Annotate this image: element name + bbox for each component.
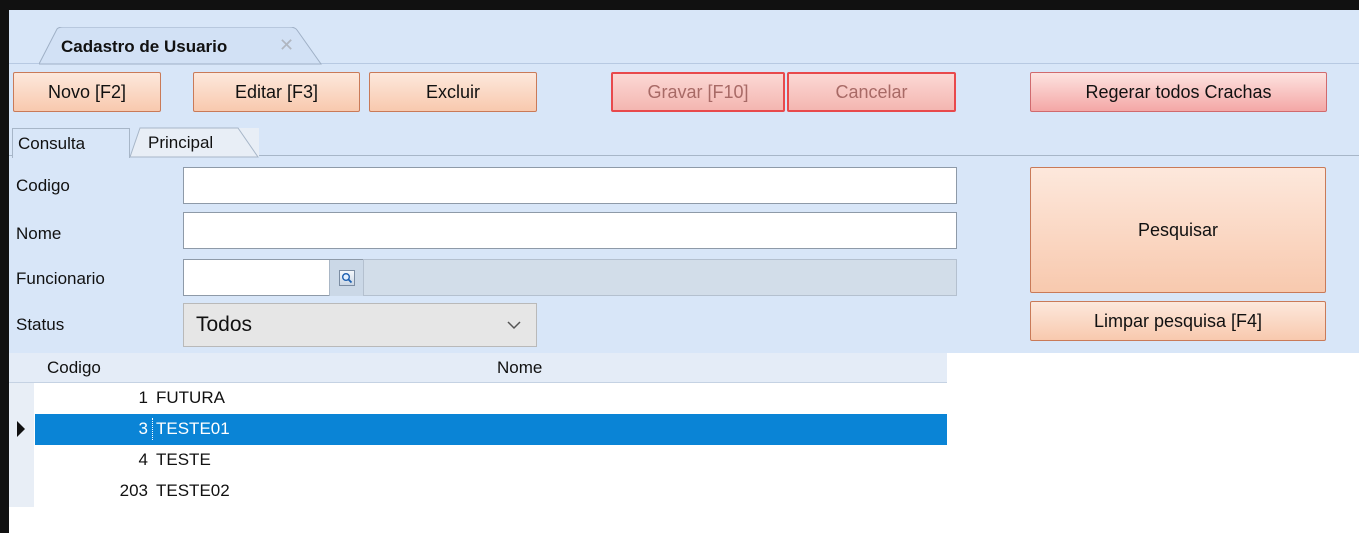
table-row-selected[interactable]: 3 TESTE01 xyxy=(35,414,947,445)
cell-nome: TESTE01 xyxy=(156,419,230,438)
cancelar-button[interactable]: Cancelar xyxy=(787,72,956,112)
cell-codigo: 203 xyxy=(119,481,148,500)
cell-codigo: 1 xyxy=(138,388,148,407)
row-indicator[interactable] xyxy=(9,476,35,507)
gravar-button[interactable]: Gravar [F10] xyxy=(611,72,785,112)
column-header-nome[interactable]: Nome xyxy=(497,358,542,378)
table-row[interactable]: 4 TESTE xyxy=(35,445,947,476)
tab-consulta[interactable]: Consulta xyxy=(12,128,130,158)
regerar-crachas-button[interactable]: Regerar todos Crachas xyxy=(1030,72,1327,112)
column-header-codigo[interactable]: Codigo xyxy=(47,358,101,378)
tab-consulta-label: Consulta xyxy=(18,133,86,153)
codigo-input[interactable] xyxy=(183,167,957,204)
funcionario-lookup-button[interactable] xyxy=(329,260,363,296)
status-label: Status xyxy=(16,315,65,334)
excluir-button[interactable]: Excluir xyxy=(369,72,537,112)
status-select-value: Todos xyxy=(196,313,253,336)
document-tab[interactable]: Cadastro de Usuario ✕ xyxy=(39,27,329,65)
main-panel: Cadastro de Usuario ✕ Novo [F2] Editar [… xyxy=(9,10,1359,353)
row-indicator[interactable] xyxy=(9,414,35,445)
document-tab-strip: Cadastro de Usuario ✕ xyxy=(9,10,1359,65)
grid-header: Codigo Nome xyxy=(9,353,947,383)
table-row[interactable]: 1 FUTURA xyxy=(35,383,947,414)
chevron-down-icon xyxy=(507,321,521,330)
tab-principal-label: Principal xyxy=(148,132,214,152)
row-pointer-icon xyxy=(17,421,25,437)
nome-input[interactable] xyxy=(183,212,957,249)
window-frame-top xyxy=(0,0,1359,10)
codigo-label: Codigo xyxy=(16,176,70,195)
cell-nome: FUTURA xyxy=(156,388,225,407)
results-grid: Codigo Nome 1 FUTURA 3 TESTE01 4 TESTE 2… xyxy=(9,353,947,514)
row-indicator-column xyxy=(9,383,35,507)
table-row[interactable]: 203 TESTE02 xyxy=(35,476,947,507)
editar-button[interactable]: Editar [F3] xyxy=(193,72,360,112)
cell-nome: TESTE02 xyxy=(156,481,230,500)
row-indicator[interactable] xyxy=(9,445,35,476)
search-icon xyxy=(338,270,355,286)
cell-codigo: 3 xyxy=(138,419,148,438)
tab-principal[interactable]: Principal xyxy=(130,127,259,158)
novo-button[interactable]: Novo [F2] xyxy=(13,72,161,112)
status-select[interactable]: Todos xyxy=(183,303,537,347)
row-indicator[interactable] xyxy=(9,383,35,414)
limpar-pesquisa-button[interactable]: Limpar pesquisa [F4] xyxy=(1030,301,1326,341)
close-icon[interactable]: ✕ xyxy=(279,35,294,56)
funcionario-label: Funcionario xyxy=(16,269,105,288)
window-frame-left xyxy=(0,0,9,533)
pesquisar-button[interactable]: Pesquisar xyxy=(1030,167,1326,293)
funcionario-name-display xyxy=(363,259,957,296)
cell-codigo: 4 xyxy=(138,450,148,469)
nome-label: Nome xyxy=(16,224,62,243)
cell-separator xyxy=(152,418,153,440)
document-tab-title: Cadastro de Usuario xyxy=(61,37,228,56)
cell-nome: TESTE xyxy=(156,450,211,469)
